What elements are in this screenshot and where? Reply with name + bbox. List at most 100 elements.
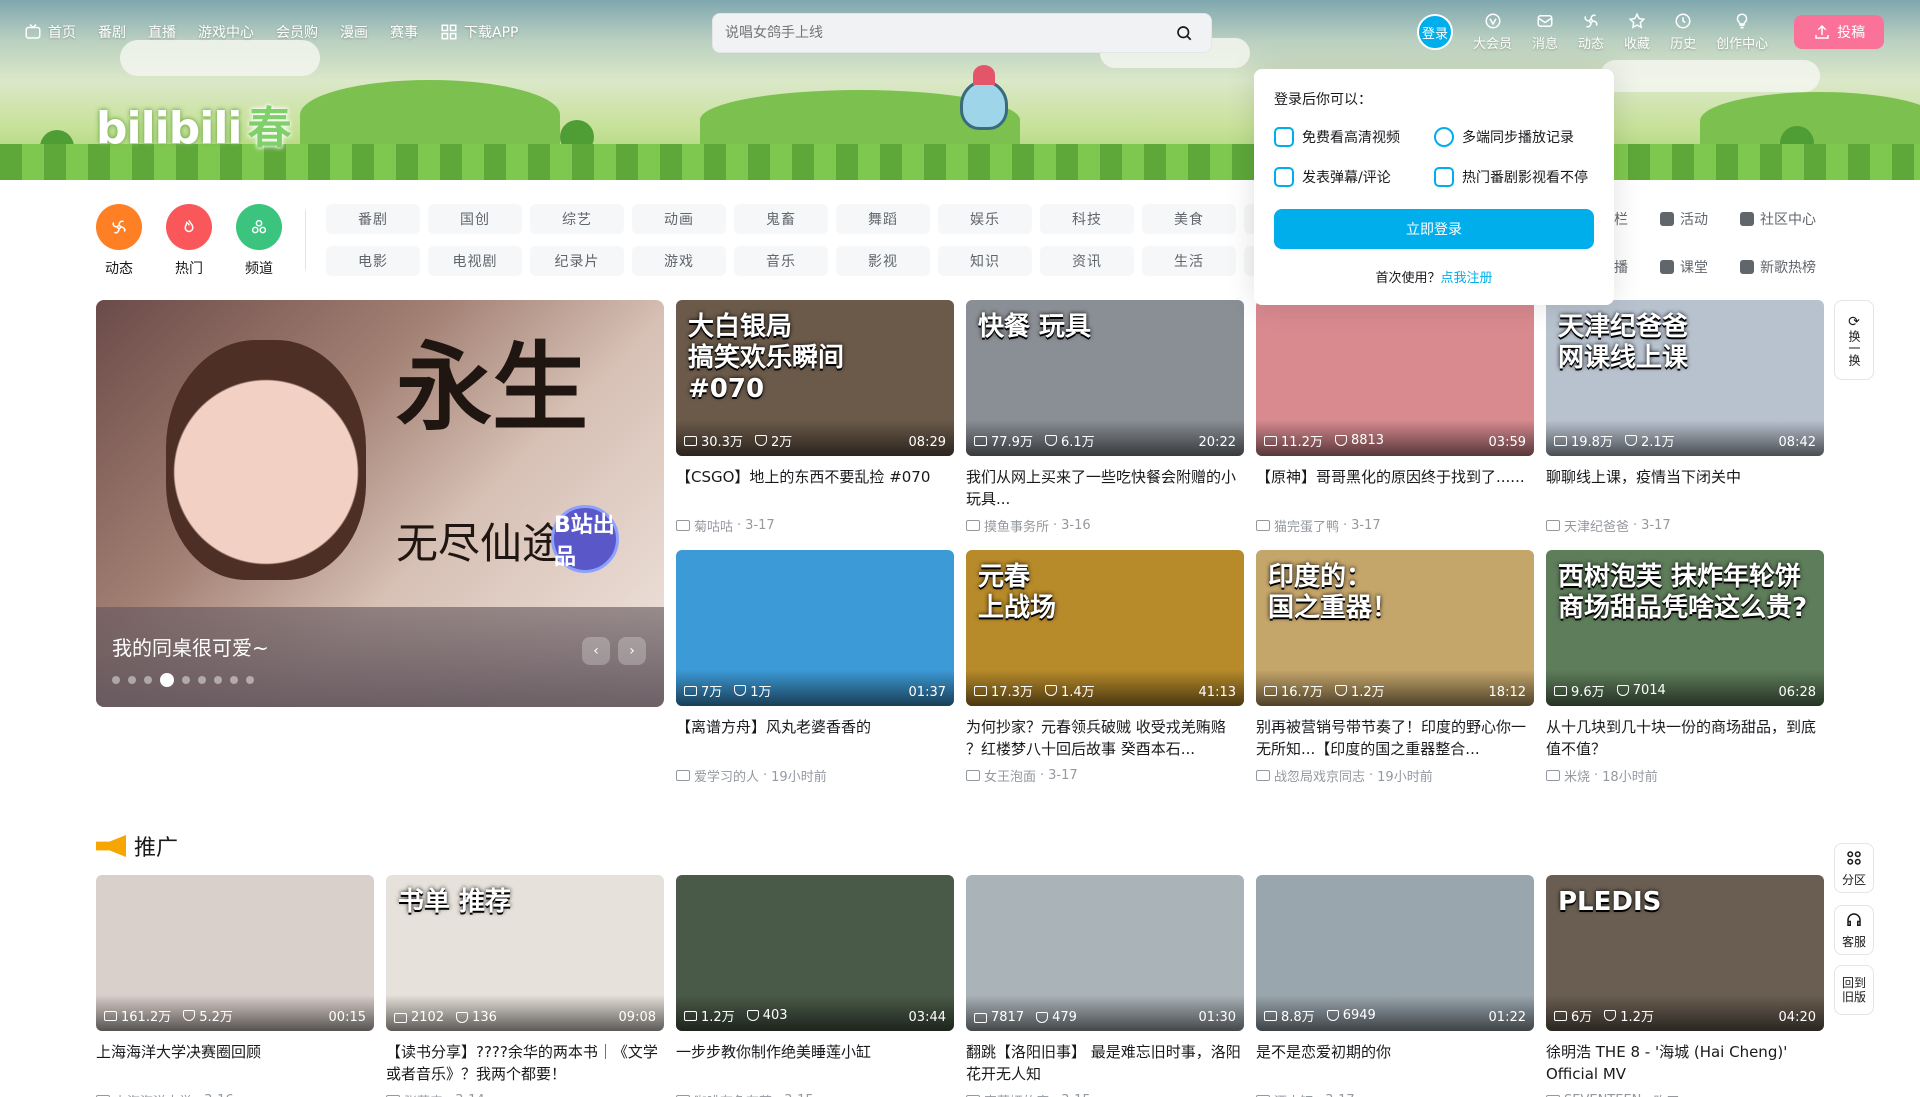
category-10[interactable]: 电影 bbox=[326, 246, 420, 276]
video-meta[interactable]: 战忽局戏京同志 · 19小时前 bbox=[1256, 766, 1534, 785]
video-meta[interactable]: 女王泡面 · 3-17 bbox=[966, 766, 1244, 785]
video-meta[interactable]: 张蕾森 · 3-14 bbox=[386, 1091, 664, 1097]
video-meta[interactable]: 咖啡有鱼有草 · 3-15 bbox=[676, 1091, 954, 1097]
video-card[interactable]: 元春 上战场 17.3万 1.4万 41:13 为何抄家？元春领兵破贼 收受戎羌… bbox=[966, 550, 1244, 785]
login-now-button[interactable]: 立即登录 bbox=[1274, 209, 1594, 249]
login-avatar-button[interactable]: 登录 bbox=[1417, 14, 1453, 50]
upload-button[interactable]: 投稿 bbox=[1794, 15, 1885, 49]
nav-download-app[interactable]: 下载APP bbox=[440, 22, 518, 42]
video-thumbnail[interactable]: 7817 479 01:30 bbox=[966, 875, 1244, 1031]
video-title[interactable]: 是不是恋爱初期的你 bbox=[1256, 1041, 1534, 1085]
nav-history[interactable]: 历史 bbox=[1670, 12, 1696, 52]
video-meta[interactable]: 天津纪爸爸 · 3-17 bbox=[1546, 516, 1824, 535]
video-meta[interactable]: 索菲娅的鹿 · 3-15 bbox=[966, 1091, 1244, 1097]
carousel-dot[interactable] bbox=[160, 673, 174, 687]
video-title[interactable]: 徐明浩 THE 8 - '海城 (Hai Cheng)' Official MV bbox=[1546, 1041, 1824, 1085]
nav-bangumi[interactable]: 番剧 bbox=[98, 22, 126, 42]
video-card[interactable]: 7817 479 01:30 翻跳【洛阳旧事】 最是难忘旧时事，洛阳花开无人知 … bbox=[966, 875, 1244, 1097]
nav-message[interactable]: 消息 bbox=[1532, 12, 1558, 52]
category-11[interactable]: 电视剧 bbox=[428, 246, 522, 276]
video-title[interactable]: 翻跳【洛阳旧事】 最是难忘旧时事，洛阳花开无人知 bbox=[966, 1041, 1244, 1085]
category-4[interactable]: 鬼畜 bbox=[734, 204, 828, 234]
video-card[interactable]: 西树泡芙 抹炸年轮饼 商场甜品凭啥这么贵? 9.6万 7014 06:28 从十… bbox=[1546, 550, 1824, 785]
video-thumbnail[interactable]: 元春 上战场 17.3万 1.4万 41:13 bbox=[966, 550, 1244, 706]
category-7[interactable]: 科技 bbox=[1040, 204, 1134, 234]
video-thumbnail[interactable]: 1.2万 403 03:44 bbox=[676, 875, 954, 1031]
link-activity[interactable]: 活动 bbox=[1660, 204, 1740, 234]
video-meta[interactable]: SEVENTEEN · 昨天 bbox=[1546, 1091, 1824, 1097]
category-5[interactable]: 舞蹈 bbox=[836, 204, 930, 234]
category-3[interactable]: 动画 bbox=[632, 204, 726, 234]
video-meta[interactable]: 猫完蛋了鸭 · 3-17 bbox=[1256, 516, 1534, 535]
link-community[interactable]: 社区中心 bbox=[1740, 204, 1850, 234]
video-meta[interactable]: 上海海洋大学 · 3-16 bbox=[96, 1091, 374, 1097]
carousel-dot[interactable] bbox=[128, 676, 136, 684]
register-link[interactable]: 点我注册 bbox=[1441, 271, 1493, 286]
category-8[interactable]: 美食 bbox=[1142, 204, 1236, 234]
quick-channel[interactable]: 频道 bbox=[236, 204, 282, 278]
video-thumbnail[interactable]: 7万 1万 01:37 bbox=[676, 550, 954, 706]
video-card[interactable]: 7万 1万 01:37 【离谱方舟】风丸老婆香香的 爱学习的人 · 19小时前 bbox=[676, 550, 954, 785]
video-card[interactable]: 161.2万 5.2万 00:15 上海海洋大学决赛圈回顾 上海海洋大学 · 3… bbox=[96, 875, 374, 1097]
video-title[interactable]: 聊聊线上课，疫情当下闭关中 bbox=[1546, 466, 1824, 510]
category-15[interactable]: 影视 bbox=[836, 246, 930, 276]
video-title[interactable]: 别再被营销号带节奏了！印度的野心你一无所知...【印度的国之重器整合... bbox=[1256, 716, 1534, 760]
carousel-next-button[interactable]: › bbox=[618, 637, 646, 665]
video-card[interactable]: PLEDIS 6万 1.2万 04:20 徐明浩 THE 8 - '海城 (Ha… bbox=[1546, 875, 1824, 1097]
category-6[interactable]: 娱乐 bbox=[938, 204, 1032, 234]
nav-mall[interactable]: 会员购 bbox=[276, 22, 318, 42]
nav-esports[interactable]: 赛事 bbox=[390, 22, 418, 42]
video-card[interactable]: 快餐 玩具 77.9万 6.1万 20:22 我们从网上买来了一些吃快餐会附赠的… bbox=[966, 300, 1244, 535]
video-thumbnail[interactable]: 161.2万 5.2万 00:15 bbox=[96, 875, 374, 1031]
category-1[interactable]: 国创 bbox=[428, 204, 522, 234]
quick-hot[interactable]: 热门 bbox=[166, 204, 212, 278]
video-thumbnail[interactable]: 快餐 玩具 77.9万 6.1万 20:22 bbox=[966, 300, 1244, 456]
category-2[interactable]: 综艺 bbox=[530, 204, 624, 234]
nav-creator-center[interactable]: 创作中心 bbox=[1716, 12, 1768, 52]
carousel-dot[interactable] bbox=[112, 676, 120, 684]
category-12[interactable]: 纪录片 bbox=[530, 246, 624, 276]
video-thumbnail[interactable]: 书单 推荐 2102 136 09:08 bbox=[386, 875, 664, 1031]
carousel-dot[interactable] bbox=[182, 676, 190, 684]
nav-live[interactable]: 直播 bbox=[148, 22, 176, 42]
carousel-title[interactable]: 我的同桌很可爱~ bbox=[112, 632, 269, 661]
video-thumbnail[interactable]: 大白银局 搞笑欢乐瞬间 #070 30.3万 2万 08:29 bbox=[676, 300, 954, 456]
nav-vip[interactable]: 大会员 bbox=[1473, 12, 1512, 52]
video-meta[interactable]: 摸鱼事务所 · 3-16 bbox=[966, 516, 1244, 535]
category-13[interactable]: 游戏 bbox=[632, 246, 726, 276]
carousel-prev-button[interactable]: ‹ bbox=[582, 637, 610, 665]
video-title[interactable]: 我们从网上买来了一些吃快餐会附赠的小玩具... bbox=[966, 466, 1244, 510]
video-card[interactable]: 8.8万 6949 01:22 是不是恋爱初期的你 酒小钰 · 3-17 bbox=[1256, 875, 1534, 1097]
video-meta[interactable]: 酒小钰 · 3-17 bbox=[1256, 1091, 1534, 1097]
quick-dynamic[interactable]: 动态 bbox=[96, 204, 142, 278]
video-title[interactable]: 【CSGO】地上的东西不要乱捡 #070 bbox=[676, 466, 954, 510]
carousel-dot[interactable] bbox=[144, 676, 152, 684]
video-thumbnail[interactable]: 印度的： 国之重器！ 16.7万 1.2万 18:12 bbox=[1256, 550, 1534, 706]
refresh-button[interactable]: ⟳ 换一换 bbox=[1834, 300, 1874, 380]
video-title[interactable]: 为何抄家？元春领兵破贼 收受戎羌贿赂 ？红楼梦八十回后故事 癸酉本石... bbox=[966, 716, 1244, 760]
carousel-dot[interactable] bbox=[246, 676, 254, 684]
category-0[interactable]: 番剧 bbox=[326, 204, 420, 234]
category-16[interactable]: 知识 bbox=[938, 246, 1032, 276]
video-title[interactable]: 上海海洋大学决赛圈回顾 bbox=[96, 1041, 374, 1085]
bilibili-logo[interactable]: bilibili 春 bbox=[96, 92, 291, 156]
video-thumbnail[interactable]: 11.2万 8813 03:59 bbox=[1256, 300, 1534, 456]
video-title[interactable]: 从十几块到几十块一份的商场甜品，到底值不值？ bbox=[1546, 716, 1824, 760]
nav-favorites[interactable]: 收藏 bbox=[1624, 12, 1650, 52]
carousel-dot[interactable] bbox=[214, 676, 222, 684]
nav-dynamic[interactable]: 动态 bbox=[1578, 12, 1604, 52]
video-title[interactable]: 一步步教你制作绝美睡莲小缸 bbox=[676, 1041, 954, 1085]
category-17[interactable]: 资讯 bbox=[1040, 246, 1134, 276]
video-title[interactable]: 【读书分享】????余华的两本书｜《文学或者音乐》？我两个都要！ bbox=[386, 1041, 664, 1085]
video-meta[interactable]: 爱学习的人 · 19小时前 bbox=[676, 766, 954, 785]
search-button[interactable] bbox=[1169, 18, 1199, 48]
float-old-version-button[interactable]: 回到旧版 bbox=[1834, 965, 1874, 1015]
video-meta[interactable]: 米烧 · 18小时前 bbox=[1546, 766, 1824, 785]
video-card[interactable]: 天津纪爸爸 网课线上课 19.8万 2.1万 08:42 聊聊线上课，疫情当下闭… bbox=[1546, 300, 1824, 535]
category-14[interactable]: 音乐 bbox=[734, 246, 828, 276]
category-18[interactable]: 生活 bbox=[1142, 246, 1236, 276]
nav-home[interactable]: 首页 bbox=[24, 22, 76, 42]
link-classroom[interactable]: 课堂 bbox=[1660, 252, 1740, 282]
video-thumbnail[interactable]: 西树泡芙 抹炸年轮饼 商场甜品凭啥这么贵? 9.6万 7014 06:28 bbox=[1546, 550, 1824, 706]
video-thumbnail[interactable]: PLEDIS 6万 1.2万 04:20 bbox=[1546, 875, 1824, 1031]
